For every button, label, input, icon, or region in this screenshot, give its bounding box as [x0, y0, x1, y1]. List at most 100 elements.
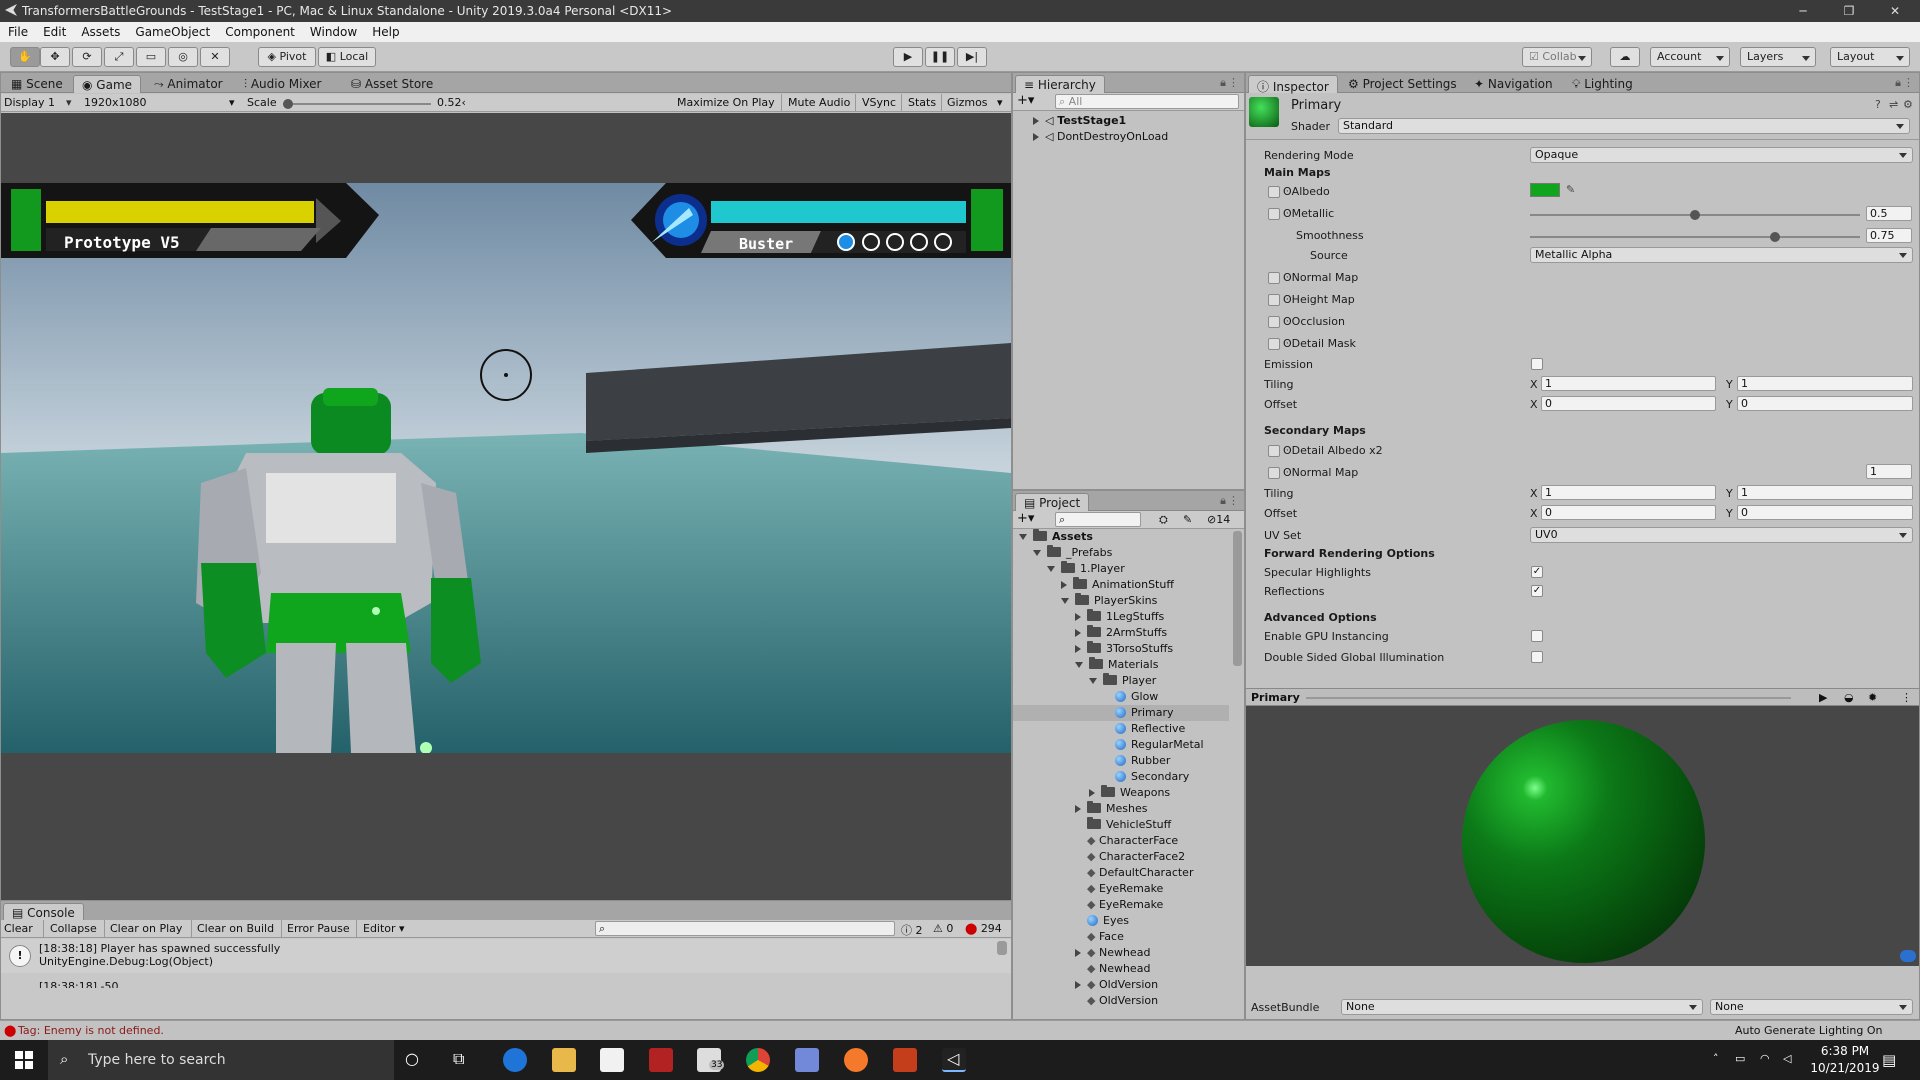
- preview-menu-icon[interactable]: ⋮: [1901, 691, 1912, 704]
- shader-dropdown[interactable]: Standard: [1338, 118, 1910, 134]
- scale-slider[interactable]: [283, 99, 431, 109]
- specular-highlights-checkbox[interactable]: ✓: [1531, 566, 1543, 578]
- assetbundle-variant-dropdown[interactable]: None: [1710, 999, 1913, 1015]
- log-count-badge[interactable]: ⓘ 2: [901, 922, 923, 938]
- file-explorer-icon[interactable]: [552, 1048, 576, 1072]
- volume-icon[interactable]: ◁: [1783, 1052, 1791, 1065]
- project-tree-item[interactable]: Glow: [1103, 689, 1158, 705]
- target-icon[interactable]: ʘ: [1283, 185, 1292, 198]
- console-scrollbar[interactable]: [997, 941, 1007, 955]
- windows-start-icon[interactable]: [15, 1051, 33, 1069]
- rotate-tool-button[interactable]: ⟳: [72, 47, 102, 67]
- expand-arrow-icon[interactable]: [1033, 550, 1041, 556]
- clock-time[interactable]: 6:38 PM: [1810, 1044, 1880, 1058]
- menu-component[interactable]: Component: [217, 22, 302, 39]
- texture-slot[interactable]: [1268, 316, 1280, 328]
- smoothness-slider[interactable]: [1530, 232, 1860, 242]
- smoothness-slider-knob[interactable]: [1770, 232, 1780, 242]
- project-tree-item[interactable]: ◆ CharacterFace: [1075, 833, 1178, 849]
- discord-icon[interactable]: [795, 1048, 819, 1072]
- close-button[interactable]: ✕: [1872, 0, 1918, 22]
- clear-on-build-toggle[interactable]: Clear on Build: [197, 922, 274, 935]
- resolution-dropdown[interactable]: 1920x1080: [84, 96, 147, 109]
- tab-lighting[interactable]: 💡︎ Lighting: [1564, 75, 1641, 93]
- tab-project-settings[interactable]: ⚙ Project Settings: [1340, 75, 1465, 93]
- display-dropdown[interactable]: Display 1: [4, 96, 55, 109]
- tab-animator[interactable]: ⤳ Animator: [146, 75, 231, 93]
- tab-navigation[interactable]: ✦ Navigation: [1466, 75, 1561, 93]
- project-tree-item[interactable]: 2ArmStuffs: [1075, 625, 1167, 641]
- project-search-input[interactable]: ⌕: [1055, 512, 1141, 527]
- lock-icon[interactable]: 🔒︎: [1220, 494, 1226, 508]
- tiling-y-input[interactable]: 1: [1737, 376, 1913, 391]
- texture-slot[interactable]: [1268, 338, 1280, 350]
- albedo-color-swatch[interactable]: [1530, 183, 1560, 197]
- filter-type-icon[interactable]: ⛭: [1159, 513, 1168, 527]
- smoothness-value-input[interactable]: 0.75: [1866, 228, 1912, 243]
- tiling2-x-input[interactable]: 1: [1541, 485, 1716, 500]
- texture-slot[interactable]: [1268, 294, 1280, 306]
- source-dropdown[interactable]: Metallic Alpha: [1530, 247, 1913, 263]
- account-dropdown[interactable]: Account: [1650, 47, 1730, 67]
- store-icon[interactable]: [600, 1048, 624, 1072]
- warning-count-badge[interactable]: ⚠ 0: [933, 922, 953, 935]
- menu-edit[interactable]: Edit: [35, 22, 73, 39]
- local-button[interactable]: ◧ Local: [318, 47, 376, 67]
- preview-drag-handle[interactable]: [1306, 697, 1791, 699]
- project-tree-item[interactable]: 3TorsoStuffs: [1075, 641, 1173, 657]
- status-message[interactable]: Tag: Enemy is not defined.: [18, 1024, 164, 1037]
- error-pause-toggle[interactable]: Error Pause: [287, 922, 350, 935]
- project-tree-item[interactable]: _Prefabs: [1033, 545, 1112, 561]
- stats-toggle[interactable]: Stats: [908, 96, 936, 109]
- wifi-icon[interactable]: ◠: [1760, 1052, 1770, 1065]
- chevron-up-icon[interactable]: ˄: [1713, 1052, 1719, 1065]
- project-tree-item[interactable]: RegularMetal: [1103, 737, 1204, 753]
- lock-icon[interactable]: 🔒︎: [1220, 76, 1226, 90]
- eyedropper-icon[interactable]: ✎: [1566, 183, 1575, 196]
- project-tree-item[interactable]: 1.Player: [1047, 561, 1125, 577]
- metallic-value-input[interactable]: 0.5: [1866, 206, 1912, 221]
- create-asset-button[interactable]: +▾: [1017, 511, 1034, 526]
- project-tree-item[interactable]: Weapons: [1089, 785, 1170, 801]
- expand-arrow-icon[interactable]: [1075, 629, 1081, 637]
- texture-slot[interactable]: [1268, 208, 1280, 220]
- powerpoint-icon[interactable]: [893, 1048, 917, 1072]
- target-icon[interactable]: ʘ: [1283, 466, 1292, 479]
- offset-x-input[interactable]: 0: [1541, 396, 1716, 411]
- project-tree-item[interactable]: PlayerSkins: [1061, 593, 1157, 609]
- tab-inspector[interactable]: ⓘ Inspector: [1248, 75, 1338, 94]
- game-canvas[interactable]: Prototype V5 Buster: [1, 183, 1011, 753]
- tab-scene[interactable]: ▦ Scene: [3, 75, 71, 93]
- panel-menu-icon[interactable]: ⋮: [1228, 76, 1239, 89]
- expand-arrow-icon[interactable]: [1089, 678, 1097, 684]
- edge-browser-icon[interactable]: [503, 1048, 527, 1072]
- hand-tool-button[interactable]: ✋: [10, 47, 40, 67]
- menu-assets[interactable]: Assets: [73, 22, 127, 39]
- tiling2-y-input[interactable]: 1: [1737, 485, 1913, 500]
- battery-icon[interactable]: ▭: [1735, 1052, 1745, 1065]
- offset2-x-input[interactable]: 0: [1541, 505, 1716, 520]
- expand-arrow-icon[interactable]: [1033, 133, 1039, 141]
- expand-arrow-icon[interactable]: [1033, 117, 1039, 125]
- tab-game[interactable]: ◉ Game: [73, 75, 142, 93]
- uv-set-dropdown[interactable]: UV0: [1530, 527, 1913, 543]
- layers-dropdown[interactable]: Layers: [1740, 47, 1816, 67]
- collab-dropdown[interactable]: ☑ Collab: [1522, 47, 1592, 67]
- mute-audio-toggle[interactable]: Mute Audio: [788, 96, 850, 109]
- tab-asset-store[interactable]: ⛁ Asset Store: [343, 75, 441, 93]
- emission-checkbox[interactable]: [1531, 358, 1543, 370]
- project-tree-item[interactable]: ◆ OldVersion: [1075, 977, 1158, 993]
- settings-gear-icon[interactable]: ⚙: [1903, 98, 1913, 111]
- texture-slot[interactable]: [1268, 186, 1280, 198]
- project-tree-item[interactable]: ◆ Face: [1075, 929, 1124, 945]
- project-tree-item[interactable]: ◆ Newhead: [1075, 961, 1150, 977]
- clear-on-play-toggle[interactable]: Clear on Play: [110, 922, 182, 935]
- menu-gameobject[interactable]: GameObject: [127, 22, 217, 39]
- console-log-entry-2[interactable]: [18:38:18] -50: [39, 980, 118, 988]
- tiling-x-input[interactable]: 1: [1541, 376, 1716, 391]
- rect-tool-button[interactable]: ▭: [136, 47, 166, 67]
- preview-light-icon[interactable]: ✹: [1868, 691, 1877, 704]
- collapse-toggle[interactable]: Collapse: [50, 922, 97, 935]
- editor-dropdown[interactable]: Editor: [363, 922, 396, 935]
- expand-arrow-icon[interactable]: [1019, 534, 1027, 540]
